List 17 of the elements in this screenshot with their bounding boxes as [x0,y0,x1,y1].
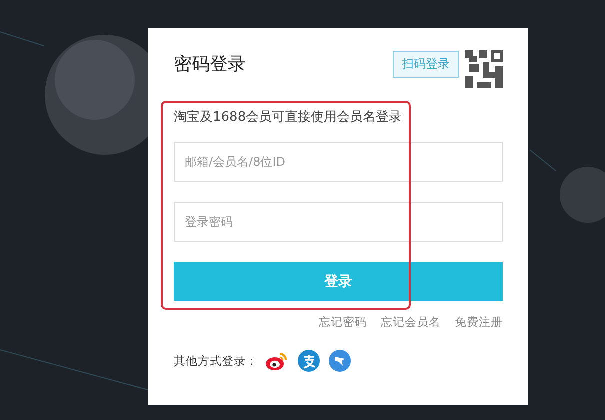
other-login-label: 其他方式登录： [174,354,258,368]
alipay-icon[interactable] [298,350,320,372]
qr-code-icon[interactable] [465,50,503,88]
input-field[interactable]: 邮箱/会员名/8位ID [174,142,503,182]
login-title: 密码登录 [174,53,247,76]
link[interactable]: 忘记密码 [319,315,367,330]
login-button[interactable]: 登录 [174,262,503,301]
link[interactable]: 免费注册 [455,315,503,330]
qr-login-tip[interactable]: 扫码登录 [393,50,459,78]
login-hint: 淘宝及1688会员可直接使用会员名登录 [174,109,404,126]
sphere-drawing [560,167,605,223]
input-field[interactable]: 登录密码 [174,202,503,242]
link[interactable]: 忘记会员名 [381,315,441,330]
weibo-icon[interactable] [265,350,289,372]
background-line [530,150,556,172]
background-line [0,32,44,46]
bird-icon[interactable] [329,350,351,372]
